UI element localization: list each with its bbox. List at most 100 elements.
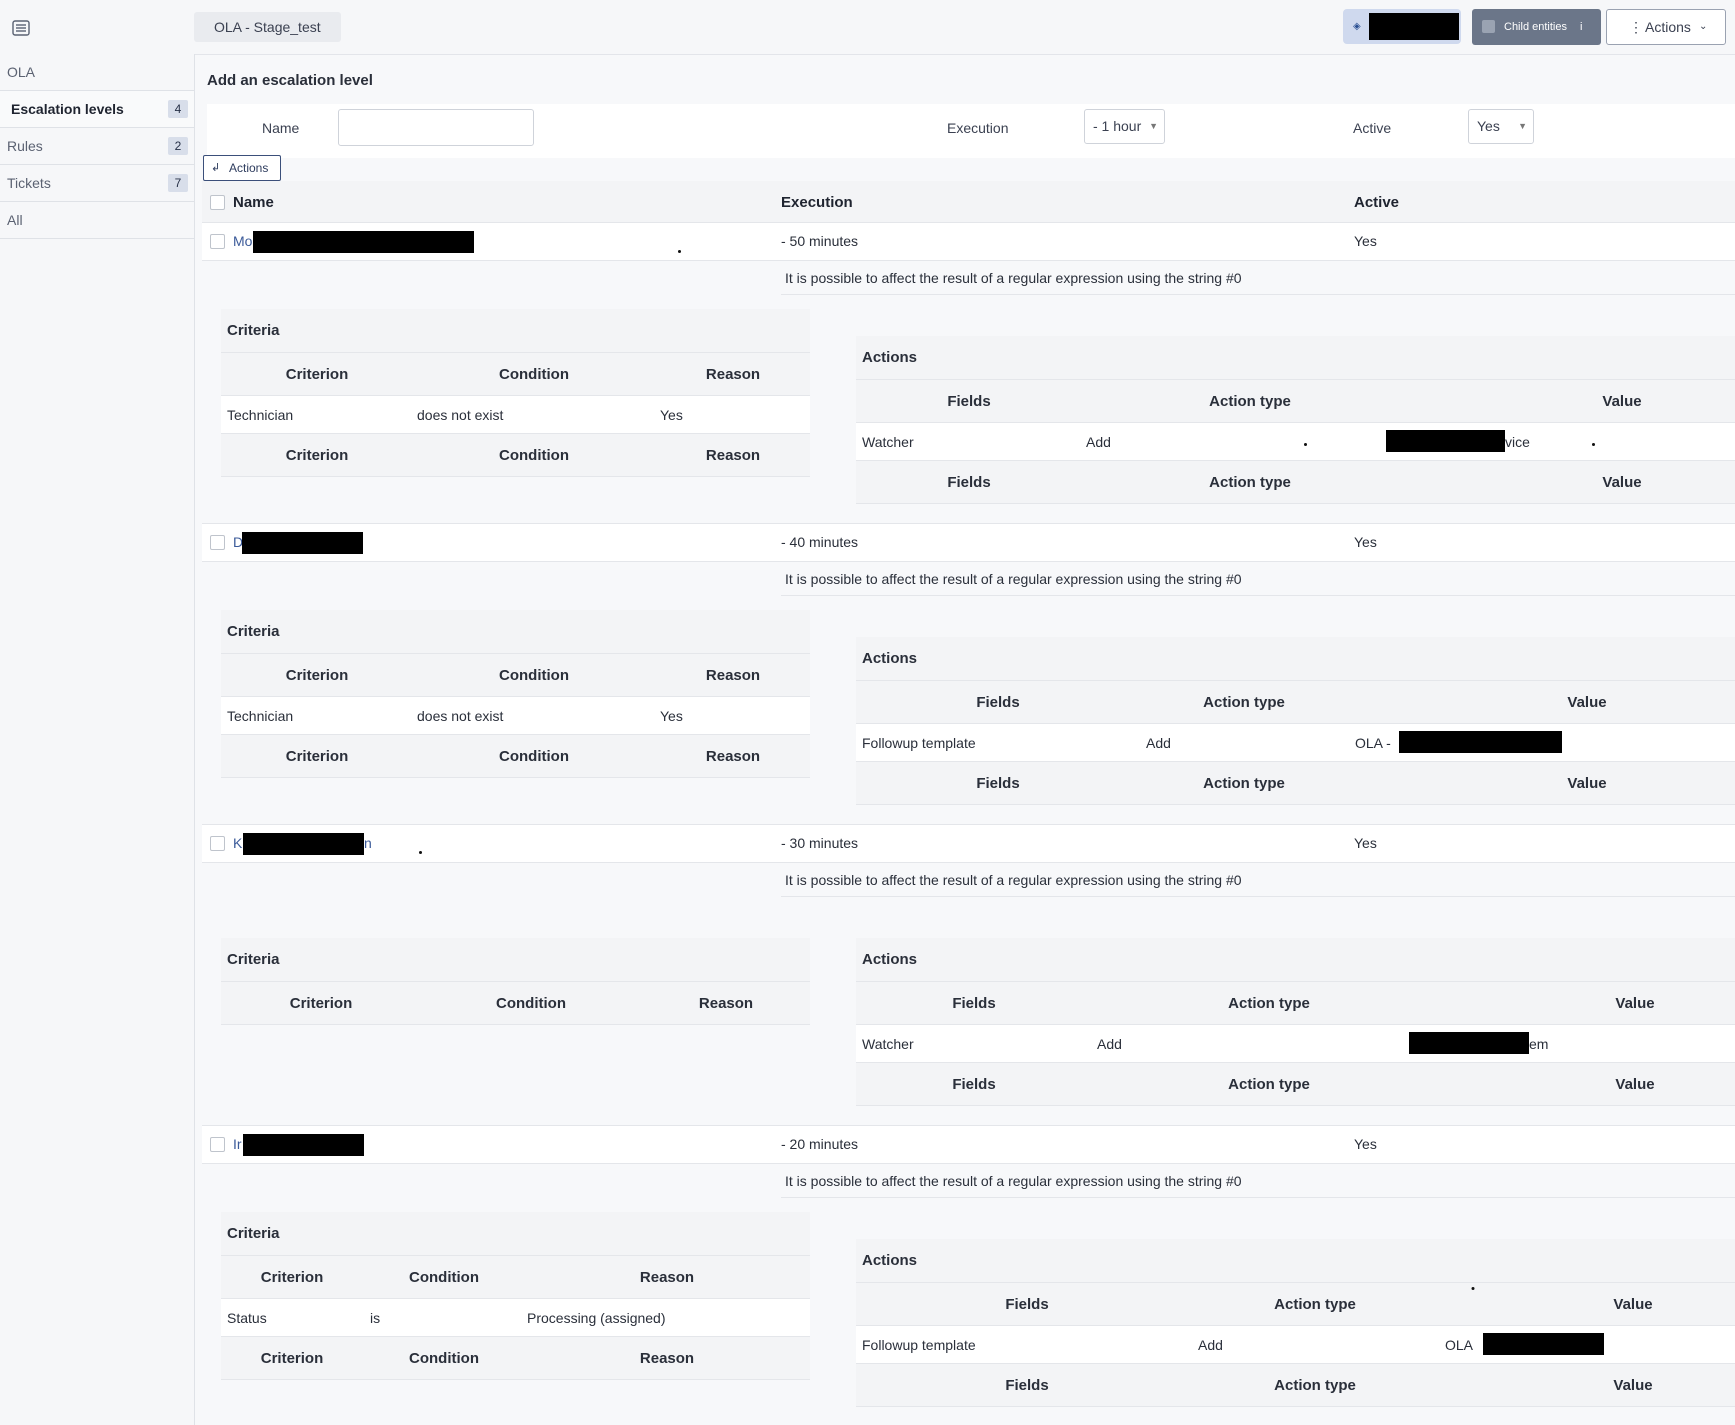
breadcrumb[interactable]: OLA - Stage_test <box>194 12 341 42</box>
redacted-value <box>1386 430 1505 452</box>
reason-header: Reason <box>705 667 761 684</box>
actions-footer-row: Fields Action type Value <box>856 1063 1735 1106</box>
level-name-link[interactable]: Mo <box>233 233 252 249</box>
dot-mark <box>678 250 681 253</box>
row-checkbox[interactable] <box>210 1137 225 1152</box>
add-level-form: Name Execution - 1 hour ▼ Active Yes ▼ <box>207 104 1735 158</box>
criterion-header: Criterion <box>285 366 349 383</box>
action-type-header: Action type <box>1274 1377 1356 1394</box>
chevron-down-icon: ⌄ <box>1699 21 1708 32</box>
level-name-tail: n <box>364 835 372 851</box>
sidebar-item-label: All <box>7 212 23 228</box>
value-header: Value <box>1567 694 1607 711</box>
level-active: Yes <box>1354 835 1377 851</box>
sidebar-item-escalation-levels[interactable]: Escalation levels 4 <box>0 91 194 128</box>
redacted-value <box>1399 731 1562 753</box>
criteria-footer-row: Criterion Condition Reason <box>221 1337 810 1380</box>
action-type-header: Action type <box>1274 1296 1356 1313</box>
main-content: Add an escalation level Name Execution -… <box>194 54 1735 1425</box>
level-active: Yes <box>1354 1136 1377 1152</box>
sidebar-item-ola[interactable]: OLA <box>0 54 194 91</box>
criteria-title: Criteria <box>221 309 810 353</box>
column-header-active[interactable]: Active <box>1354 194 1399 211</box>
criteria-title: Criteria <box>221 1212 810 1256</box>
table-row: K n - 30 minutes Yes <box>202 824 1735 863</box>
value-header: Value <box>1602 393 1642 410</box>
condition-header: Condition <box>499 748 569 765</box>
child-entities-toggle[interactable]: Child entities i <box>1472 9 1601 45</box>
reason-header: Reason <box>705 366 761 383</box>
criteria-header-row: Criterion Condition Reason <box>221 654 810 697</box>
value-header: Value <box>1613 1377 1653 1394</box>
value-cell: em <box>1529 1036 1549 1052</box>
row-checkbox[interactable] <box>210 836 225 851</box>
execution-select[interactable]: - 1 hour ▼ <box>1084 109 1165 144</box>
condition-header: Condition <box>499 447 569 464</box>
actions-header-row: Fields Action type Value <box>856 1283 1735 1326</box>
row-checkbox[interactable] <box>210 535 225 550</box>
criterion-header: Criterion <box>289 995 353 1012</box>
select-all-checkbox[interactable] <box>210 195 225 210</box>
action-type-header: Action type <box>1203 694 1285 711</box>
actions-dropdown-button[interactable]: ⋮ Actions ⌄ <box>1606 9 1726 45</box>
kebab-icon: ⋮ <box>1629 19 1643 35</box>
condition-cell: is <box>370 1310 381 1326</box>
sidebar-item-label: OLA <box>7 64 36 80</box>
dot-mark <box>1304 443 1307 446</box>
sidebar-item-rules[interactable]: Rules 2 <box>0 128 194 165</box>
massive-actions-button[interactable]: ↲ Actions <box>203 155 281 181</box>
level-name-link[interactable]: K <box>233 835 242 851</box>
condition-header: Condition <box>499 667 569 684</box>
criteria-table: Criteria Criterion Condition Reason Tech… <box>221 610 810 778</box>
actions-row: Watcher Add em <box>856 1025 1735 1063</box>
redacted-name <box>242 532 363 554</box>
list-menu-icon[interactable] <box>12 20 30 36</box>
actions-header-row: Fields Action type Value <box>856 982 1735 1025</box>
actions-table: Actions Fields Action type Value Watcher… <box>856 938 1735 1106</box>
sidebar-item-label: Tickets <box>7 175 51 191</box>
row-checkbox[interactable] <box>210 234 225 249</box>
criteria-table: Criteria Criterion Condition Reason <box>221 938 810 1025</box>
name-input[interactable] <box>338 109 534 146</box>
fields-header: Fields <box>947 474 991 491</box>
value-cell: OLA <box>1445 1337 1474 1353</box>
count-badge: 2 <box>168 137 188 155</box>
action-type-header: Action type <box>1228 1076 1310 1093</box>
actions-row: Watcher Add vice <box>856 423 1735 461</box>
sidebar-item-tickets[interactable]: Tickets 7 <box>0 165 194 202</box>
condition-header: Condition <box>409 1269 479 1286</box>
action-type-cell: Add <box>1097 1036 1122 1052</box>
column-header-name[interactable]: Name <box>233 194 274 211</box>
field-cell: Watcher <box>862 434 914 450</box>
actions-row: Followup template Add OLA <box>856 1326 1735 1364</box>
column-header-execution[interactable]: Execution <box>781 194 853 211</box>
fields-header: Fields <box>976 694 1020 711</box>
table-header: Name Execution Active <box>202 181 1735 224</box>
condition-cell: does not exist <box>417 407 504 423</box>
caret-down-icon: ▼ <box>1149 121 1158 131</box>
action-type-cell: Add <box>1146 735 1171 751</box>
sidebar-item-all[interactable]: All <box>0 202 194 239</box>
sidebar-item-label: Rules <box>7 138 43 154</box>
active-label: Active <box>1353 120 1392 136</box>
fields-header: Fields <box>952 995 996 1012</box>
dot-mark <box>1592 443 1595 446</box>
name-label: Name <box>262 120 300 136</box>
level-execution: - 40 minutes <box>781 534 859 550</box>
count-badge: 4 <box>168 100 188 118</box>
redacted-name <box>243 833 364 855</box>
level-name-link[interactable]: Ir <box>233 1136 242 1152</box>
criteria-title: Criteria <box>221 610 810 654</box>
active-select[interactable]: Yes ▼ <box>1468 109 1534 144</box>
actions-header-row: Fields Action type Value <box>856 681 1735 724</box>
escalation-level: K n - 30 minutes Yes It is possible to a… <box>202 824 1735 1125</box>
value-header: Value <box>1615 1076 1655 1093</box>
criteria-title: Criteria <box>221 938 810 982</box>
escalation-level: Ir - 20 minutes Yes It is possible to af… <box>202 1125 1735 1425</box>
criterion-cell: Technician <box>227 708 294 724</box>
entity-selector[interactable]: ◈ <box>1343 9 1461 44</box>
page-title: Add an escalation level <box>207 72 373 89</box>
regex-note: It is possible to affect the result of a… <box>781 258 1735 295</box>
fields-header: Fields <box>947 393 991 410</box>
condition-cell: does not exist <box>417 708 504 724</box>
